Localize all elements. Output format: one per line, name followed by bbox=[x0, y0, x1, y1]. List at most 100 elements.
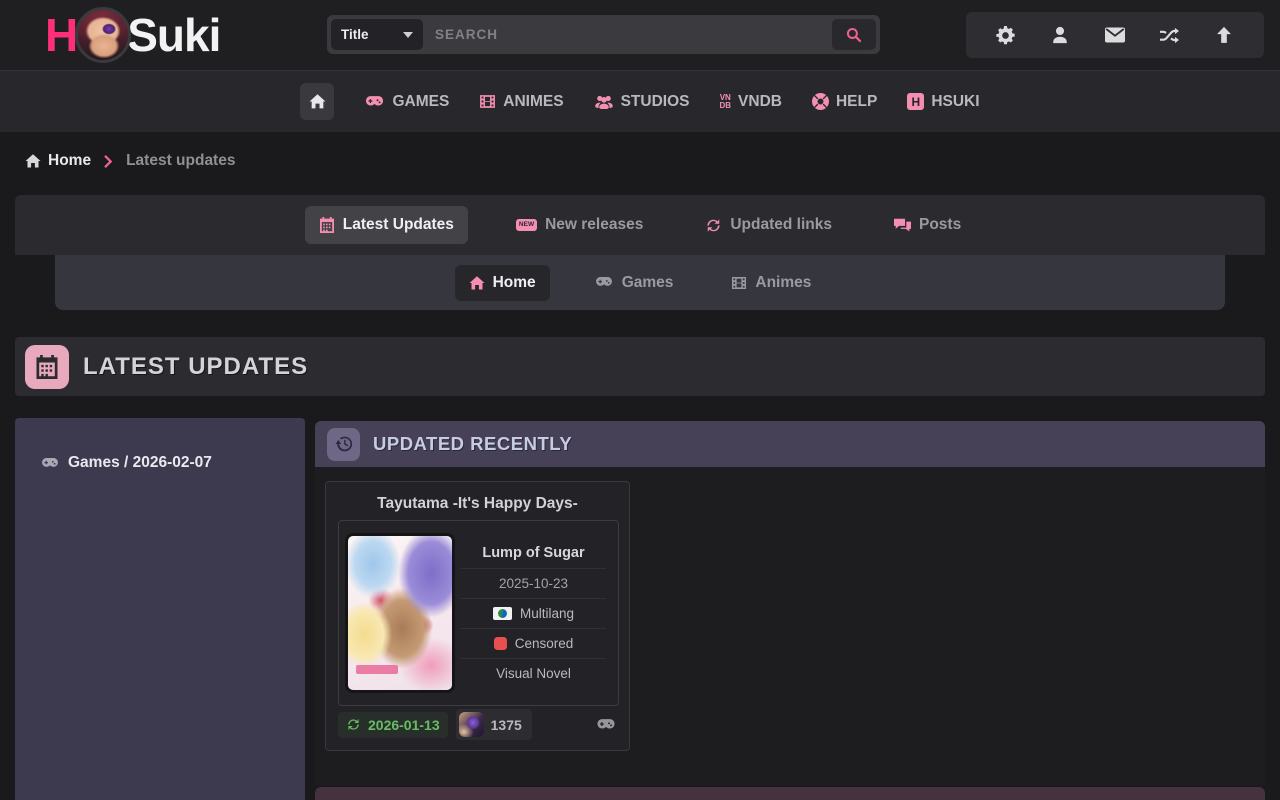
comments-icon bbox=[894, 217, 911, 234]
updated-recently-header: UPDATED RECENTLY bbox=[315, 421, 1265, 467]
life-ring-icon bbox=[812, 93, 829, 110]
updates-tabs: Latest Updates NEW New releases Updated … bbox=[15, 195, 1265, 255]
views-count: 1375 bbox=[491, 717, 522, 733]
tab-new-releases[interactable]: NEW New releases bbox=[502, 206, 657, 244]
nav-item-help[interactable]: HELP bbox=[812, 93, 877, 111]
nav-item-animes[interactable]: ANIMES bbox=[479, 93, 563, 111]
nav-item-label: ANIMES bbox=[503, 93, 563, 111]
tab-latest-updates[interactable]: Latest Updates bbox=[305, 206, 468, 244]
page-title: LATEST UPDATES bbox=[83, 353, 308, 381]
search-icon bbox=[846, 27, 862, 43]
subtab-games[interactable]: Games bbox=[580, 265, 688, 301]
breadcrumb-home-label: Home bbox=[48, 152, 91, 170]
subtab-animes[interactable]: Animes bbox=[717, 265, 825, 301]
category-label: Visual Novel bbox=[461, 659, 605, 688]
gamepad-icon bbox=[40, 457, 60, 470]
users-group-icon bbox=[594, 94, 614, 109]
logo-avatar-image bbox=[75, 7, 131, 63]
game-title[interactable]: Tayutama -It's Happy Days- bbox=[326, 495, 629, 513]
censored-icon bbox=[494, 637, 507, 650]
new-badge-icon: NEW bbox=[516, 219, 537, 231]
updated-recently-body: Tayutama -It's Happy Days- Lump of Sugar… bbox=[315, 467, 1265, 785]
views-badge[interactable]: 1375 bbox=[456, 709, 532, 740]
tab-posts[interactable]: Posts bbox=[880, 206, 975, 244]
game-cover-image[interactable] bbox=[345, 533, 455, 693]
nav-item-label: VNDB bbox=[738, 93, 782, 111]
panel-title: UPDATED RECENTLY bbox=[373, 433, 572, 455]
sync-icon bbox=[346, 717, 361, 732]
header-action-panel bbox=[966, 12, 1264, 58]
breadcrumb-current: Latest updates bbox=[126, 152, 235, 170]
next-section-header-partial bbox=[315, 787, 1265, 800]
language-label: Multilang bbox=[520, 606, 574, 621]
game-details: Lump of Sugar 2025-10-23 Multilang Censo… bbox=[455, 538, 612, 688]
nav-item-vndb[interactable]: VNDB VNDB bbox=[719, 93, 781, 111]
subtab-label: Home bbox=[493, 274, 536, 292]
random-shuffle-icon[interactable] bbox=[1155, 20, 1185, 50]
release-date: 2025-10-23 bbox=[461, 569, 605, 599]
film-icon bbox=[731, 275, 747, 291]
subtab-label: Games bbox=[622, 274, 674, 292]
site-logo[interactable]: H Suki bbox=[45, 7, 220, 63]
search-category-select[interactable]: Title bbox=[331, 19, 423, 50]
search-category-value: Title bbox=[341, 27, 369, 42]
subtab-label: Animes bbox=[755, 274, 811, 292]
nav-item-label: HSUKI bbox=[931, 93, 979, 111]
search-button[interactable] bbox=[832, 19, 876, 50]
language-row: Multilang bbox=[461, 599, 605, 629]
last-update-chip: 2026-01-13 bbox=[338, 712, 448, 738]
gamepad-icon[interactable] bbox=[595, 718, 617, 732]
breadcrumb: Home Latest updates bbox=[25, 152, 235, 170]
censorship-row: Censored bbox=[461, 629, 605, 659]
history-icon bbox=[327, 428, 360, 461]
search-input[interactable] bbox=[423, 15, 832, 54]
calendar-icon bbox=[319, 217, 335, 233]
sidebar-group-games-date[interactable]: Games / 2026-02-07 bbox=[40, 454, 305, 472]
nav-item-hsuki[interactable]: H HSUKI bbox=[907, 93, 979, 111]
main-navigation: GAMES ANIMES STUDIOS VNDB VNDB HELP H HS… bbox=[0, 70, 1280, 132]
nav-item-label: HELP bbox=[836, 93, 877, 111]
top-header: H Suki Title bbox=[0, 0, 1280, 70]
subtab-home[interactable]: Home bbox=[455, 265, 550, 301]
home-icon bbox=[469, 275, 485, 291]
nav-item-games[interactable]: GAMES bbox=[364, 93, 449, 111]
gamepad-icon bbox=[364, 95, 385, 109]
scope-subtabs: Home Games Animes bbox=[55, 255, 1225, 310]
breadcrumb-home-link[interactable]: Home bbox=[25, 152, 91, 170]
chevron-down-icon bbox=[403, 32, 413, 38]
nav-item-studios[interactable]: STUDIOS bbox=[594, 93, 690, 111]
tab-label: New releases bbox=[545, 216, 643, 234]
studio-name[interactable]: Lump of Sugar bbox=[461, 538, 605, 569]
vndb-icon: VNDB bbox=[719, 94, 731, 110]
search-bar: Title bbox=[327, 15, 880, 54]
home-icon bbox=[309, 93, 326, 110]
calendar-icon bbox=[25, 345, 69, 389]
logo-text-suffix: Suki bbox=[127, 8, 220, 62]
film-icon bbox=[479, 93, 496, 110]
scroll-top-arrow-icon[interactable] bbox=[1209, 20, 1239, 50]
tab-updated-links[interactable]: Updated links bbox=[691, 206, 846, 244]
logo-text-prefix: H bbox=[45, 8, 77, 62]
chevron-right-icon bbox=[104, 155, 113, 168]
sidebar-group-label: Games / 2026-02-07 bbox=[68, 454, 212, 472]
nav-item-label: STUDIOS bbox=[621, 93, 690, 111]
messages-envelope-icon[interactable] bbox=[1100, 20, 1130, 50]
gamepad-icon bbox=[594, 276, 614, 289]
nav-home-button[interactable] bbox=[300, 83, 334, 120]
tab-label: Posts bbox=[919, 216, 961, 234]
game-info-box: Lump of Sugar 2025-10-23 Multilang Censo… bbox=[338, 520, 619, 706]
home-icon bbox=[25, 153, 41, 169]
game-card-footer: 2026-01-13 1375 bbox=[326, 709, 629, 740]
settings-gear-icon[interactable] bbox=[991, 20, 1021, 50]
tab-label: Updated links bbox=[730, 216, 832, 234]
updated-recently-panel: UPDATED RECENTLY Tayutama -It's Happy Da… bbox=[315, 418, 1265, 800]
nav-item-label: GAMES bbox=[392, 93, 449, 111]
tab-label: Latest Updates bbox=[343, 216, 454, 234]
censorship-label: Censored bbox=[515, 636, 574, 651]
multilang-flag-icon bbox=[493, 607, 512, 620]
last-update-date: 2026-01-13 bbox=[368, 717, 440, 733]
game-card: Tayutama -It's Happy Days- Lump of Sugar… bbox=[325, 481, 630, 751]
user-account-icon[interactable] bbox=[1045, 20, 1075, 50]
uploader-avatar bbox=[459, 712, 484, 737]
sync-icon bbox=[705, 217, 722, 234]
